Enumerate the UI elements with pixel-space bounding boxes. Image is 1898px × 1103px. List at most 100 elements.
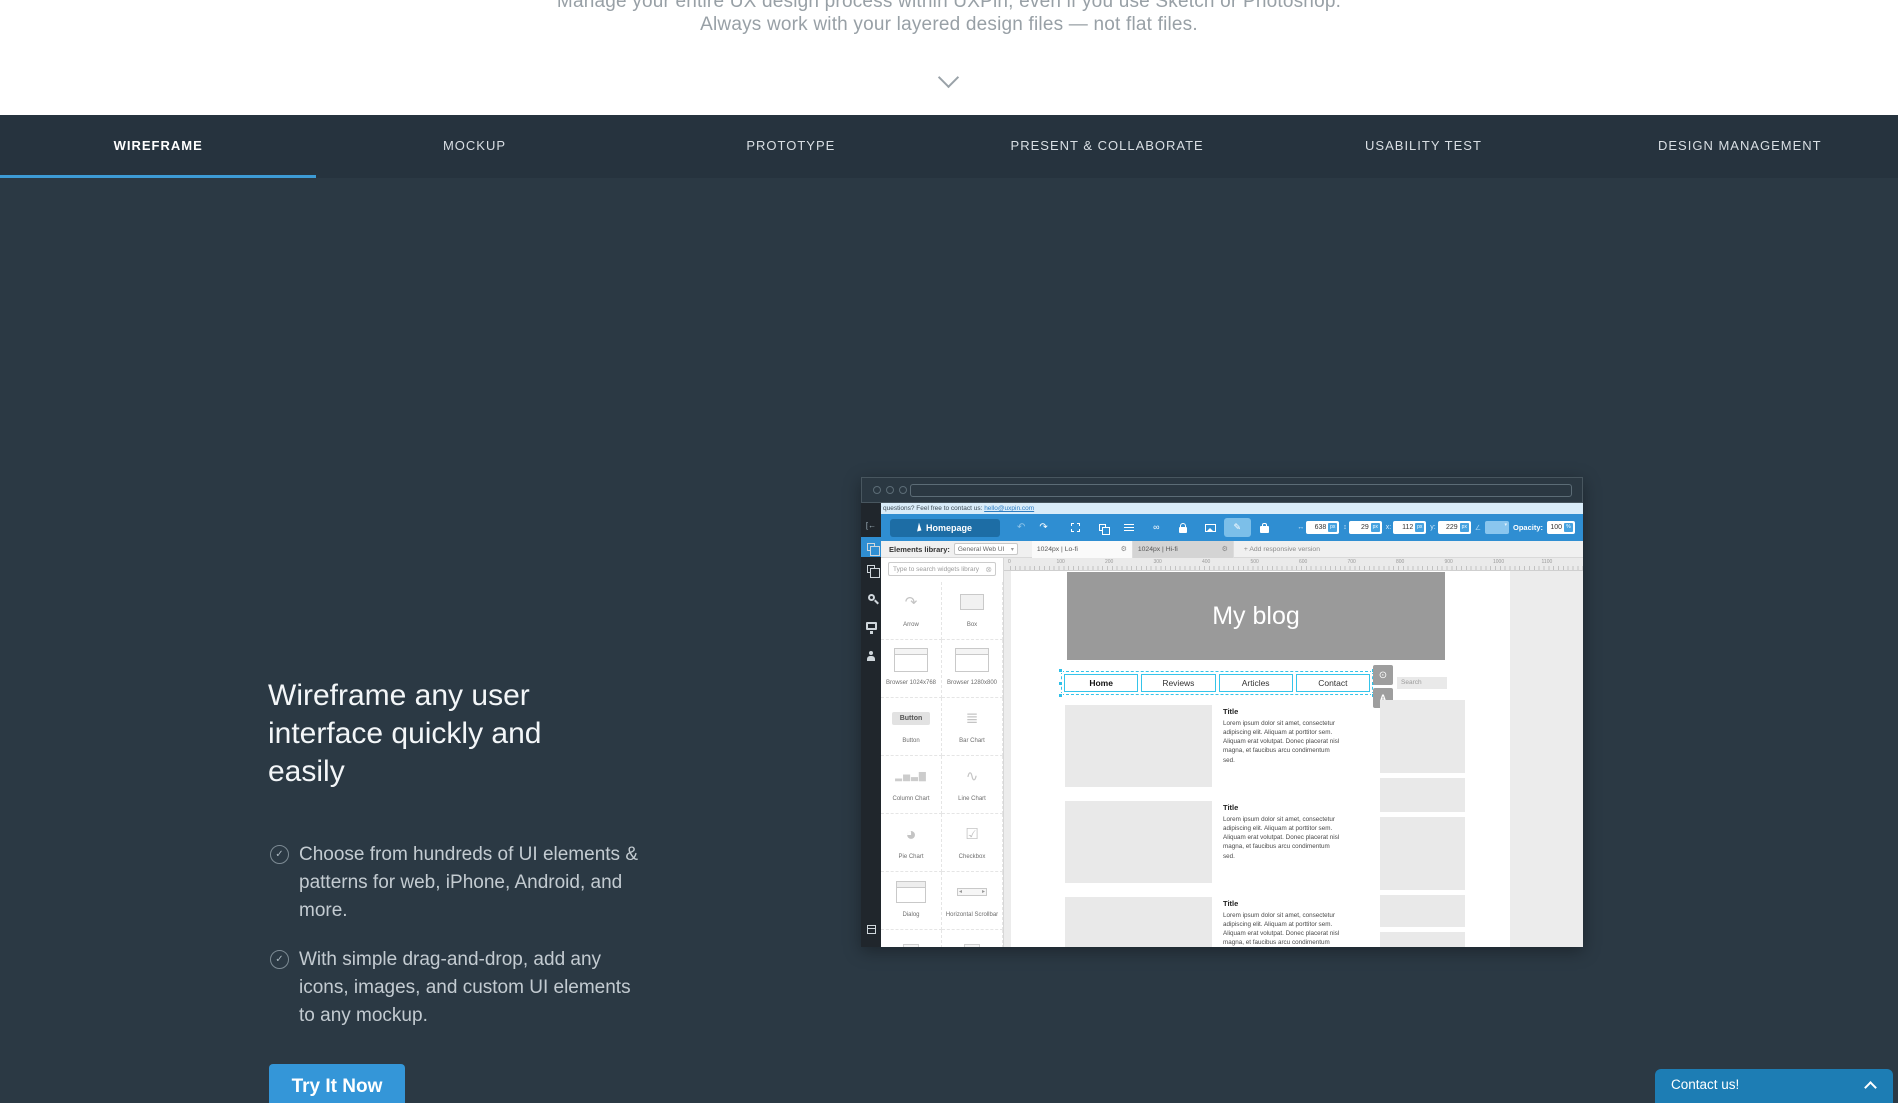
dimension-field: ↔ 638 px xyxy=(1297,521,1339,534)
blog-nav-item[interactable]: Home xyxy=(1064,674,1138,692)
target-button[interactable]: ⊙ xyxy=(1373,665,1393,685)
preview-monitor-icon[interactable] xyxy=(861,616,881,636)
nav-tab-label: WIREFRAME xyxy=(114,138,203,153)
notification-text: Any questions? Feel free to contact us: xyxy=(870,505,982,512)
ruler-label: 1100 xyxy=(1542,559,1584,565)
nav-tab[interactable]: WIREFRAME xyxy=(0,115,316,178)
section-body: Lorem ipsum dolor sit amet, consectetur … xyxy=(1223,815,1340,861)
selected-nav-widget[interactable]: HomeReviewsArticlesContact xyxy=(1061,671,1373,695)
widget-grid: ↷ Arrow Box Browser 1024x768 Browser 128… xyxy=(881,582,1004,930)
align-icon xyxy=(1124,524,1134,532)
page-selector-button[interactable]: Homepage xyxy=(890,519,1000,537)
library-item[interactable]: ☑ Checkbox xyxy=(942,814,1003,872)
library-item[interactable]: Horizontal Scrollbar xyxy=(942,872,1003,930)
hero-section: Wireframe any user interface quickly and… xyxy=(0,178,1898,1103)
blog-header-block[interactable]: My blog xyxy=(1067,572,1445,660)
contact-email-link[interactable]: hello@uxpin.com xyxy=(984,505,1034,512)
window-button-icon[interactable] xyxy=(886,486,894,494)
library-item[interactable]: ◕ Pie Chart xyxy=(881,814,942,872)
nav-tab[interactable]: DESIGN MANAGEMENT xyxy=(1582,115,1898,178)
blog-nav-item[interactable]: Contact xyxy=(1296,674,1370,692)
blog-nav-item[interactable]: Articles xyxy=(1219,674,1293,692)
widget-search-input[interactable]: Type to search widgets library ⊗ xyxy=(888,562,996,576)
resize-handle[interactable] xyxy=(1058,681,1063,686)
exit-icon[interactable]: [← xyxy=(861,515,881,535)
library-item[interactable]: ≣ Bar Chart xyxy=(942,698,1003,756)
library-item[interactable]: ↷ Arrow xyxy=(881,582,942,640)
placeholder-box[interactable] xyxy=(1380,932,1465,947)
notification-bar: Any questions? Feel free to contact us: … xyxy=(861,503,1583,514)
user-icon[interactable] xyxy=(861,646,881,666)
dimension-field: ↕ 29 px xyxy=(1343,521,1382,534)
archive-icon[interactable] xyxy=(861,919,881,939)
link-icon: ∞ xyxy=(1153,523,1159,532)
nav-tab[interactable]: USABILITY TEST xyxy=(1265,115,1581,178)
field-input[interactable]: 638 px xyxy=(1306,521,1339,534)
nav-tab[interactable]: MOCKUP xyxy=(316,115,632,178)
window-button-icon[interactable] xyxy=(873,486,881,494)
unit-chip: px xyxy=(1415,523,1424,532)
window-button-icon[interactable] xyxy=(899,486,907,494)
section-title: Title xyxy=(1223,707,1340,716)
lock-icon xyxy=(1179,527,1187,533)
layers-icon[interactable] xyxy=(861,559,881,579)
field-input[interactable]: 112 px xyxy=(1393,521,1426,534)
resize-handle[interactable] xyxy=(1058,693,1063,698)
placeholder-box[interactable] xyxy=(1065,801,1212,883)
widget-grid-partial: ▦ A xyxy=(881,930,1004,947)
placeholder-box[interactable] xyxy=(1380,817,1465,890)
placeholder-box[interactable] xyxy=(1380,778,1465,812)
redo-icon[interactable]: ↷ xyxy=(1039,522,1047,533)
check-circle-icon: ✓ xyxy=(270,845,289,864)
feature-bullet: ✓ Choose from hundreds of UI elements & … xyxy=(270,841,640,925)
blog-section: Title Lorem ipsum dolor sit amet, consec… xyxy=(1065,897,1365,947)
library-item[interactable]: ▦ xyxy=(881,930,942,947)
library-dropdown[interactable]: General Web UI ▾ xyxy=(954,543,1018,555)
placeholder-box[interactable] xyxy=(1065,897,1212,947)
placeholder-box[interactable] xyxy=(1380,700,1465,773)
color-swatch[interactable]: ▾ xyxy=(1485,521,1509,534)
caret-down-icon: ▾ xyxy=(1011,546,1014,553)
library-item[interactable]: Box xyxy=(942,582,1003,640)
blog-nav-item[interactable]: Reviews xyxy=(1141,674,1215,692)
pages-icon[interactable] xyxy=(861,537,881,557)
image-widget-icon: ▦ xyxy=(903,944,919,948)
feature-nav: WIREFRAME MOCKUP PROTOTYPE PRESENT & COL… xyxy=(0,115,1898,178)
field-input[interactable]: 29 px xyxy=(1349,521,1382,534)
library-item[interactable]: ∿ Line Chart xyxy=(942,756,1003,814)
nav-tab[interactable]: PROTOTYPE xyxy=(633,115,949,178)
image-icon xyxy=(1205,524,1216,532)
undo-icon[interactable]: ↶ xyxy=(1017,522,1025,533)
blog-search-input[interactable]: Search xyxy=(1397,677,1447,689)
placeholder-box[interactable] xyxy=(1065,705,1212,787)
cursor-icon xyxy=(917,523,923,533)
resize-handle[interactable] xyxy=(1058,668,1063,673)
library-item[interactable]: Browser 1024x768 xyxy=(881,640,942,698)
field-input[interactable]: 229 px xyxy=(1438,521,1471,534)
feature-bullet: ✓ With simple drag-and-drop, add any ico… xyxy=(270,946,640,1030)
browser-chrome xyxy=(861,477,1583,503)
text-widget-icon: A xyxy=(964,944,980,948)
bullet-text: With simple drag-and-drop, add any icons… xyxy=(299,946,640,1030)
breakpoint-tab[interactable]: 1024px | Hi-fi ⚙ xyxy=(1133,541,1234,558)
library-item[interactable]: A xyxy=(942,930,1003,947)
library-item[interactable]: ▂▅▃▇ Column Chart xyxy=(881,756,942,814)
search-icon[interactable] xyxy=(861,587,881,607)
column-chart-icon: ▂▅▃▇ xyxy=(895,771,927,782)
nav-tab[interactable]: PRESENT & COLLABORATE xyxy=(949,115,1265,178)
add-responsive-link[interactable]: + Add responsive version xyxy=(1244,546,1320,553)
clear-icon[interactable]: ⊗ xyxy=(985,565,995,574)
opacity-input[interactable]: 100 % xyxy=(1547,521,1575,534)
chevron-down-icon[interactable] xyxy=(938,67,959,88)
editor-toolbar: Homepage ↶ ↷ ∞ xyxy=(881,514,1583,541)
placeholder-box[interactable] xyxy=(1380,895,1465,927)
section-body: Lorem ipsum dolor sit amet, consectetur … xyxy=(1223,719,1340,765)
try-it-now-button[interactable]: Try It Now xyxy=(269,1064,405,1103)
breakpoint-tab[interactable]: 1024px | Lo-fi ⚙ xyxy=(1032,541,1133,558)
left-rail: [← xyxy=(861,503,881,947)
library-item[interactable]: Browser 1280x800 xyxy=(942,640,1003,698)
library-item[interactable]: Dialog xyxy=(881,872,942,930)
library-item[interactable]: Button Button xyxy=(881,698,942,756)
url-bar[interactable] xyxy=(910,484,1572,497)
contact-us-widget[interactable]: Contact us! xyxy=(1655,1069,1893,1103)
